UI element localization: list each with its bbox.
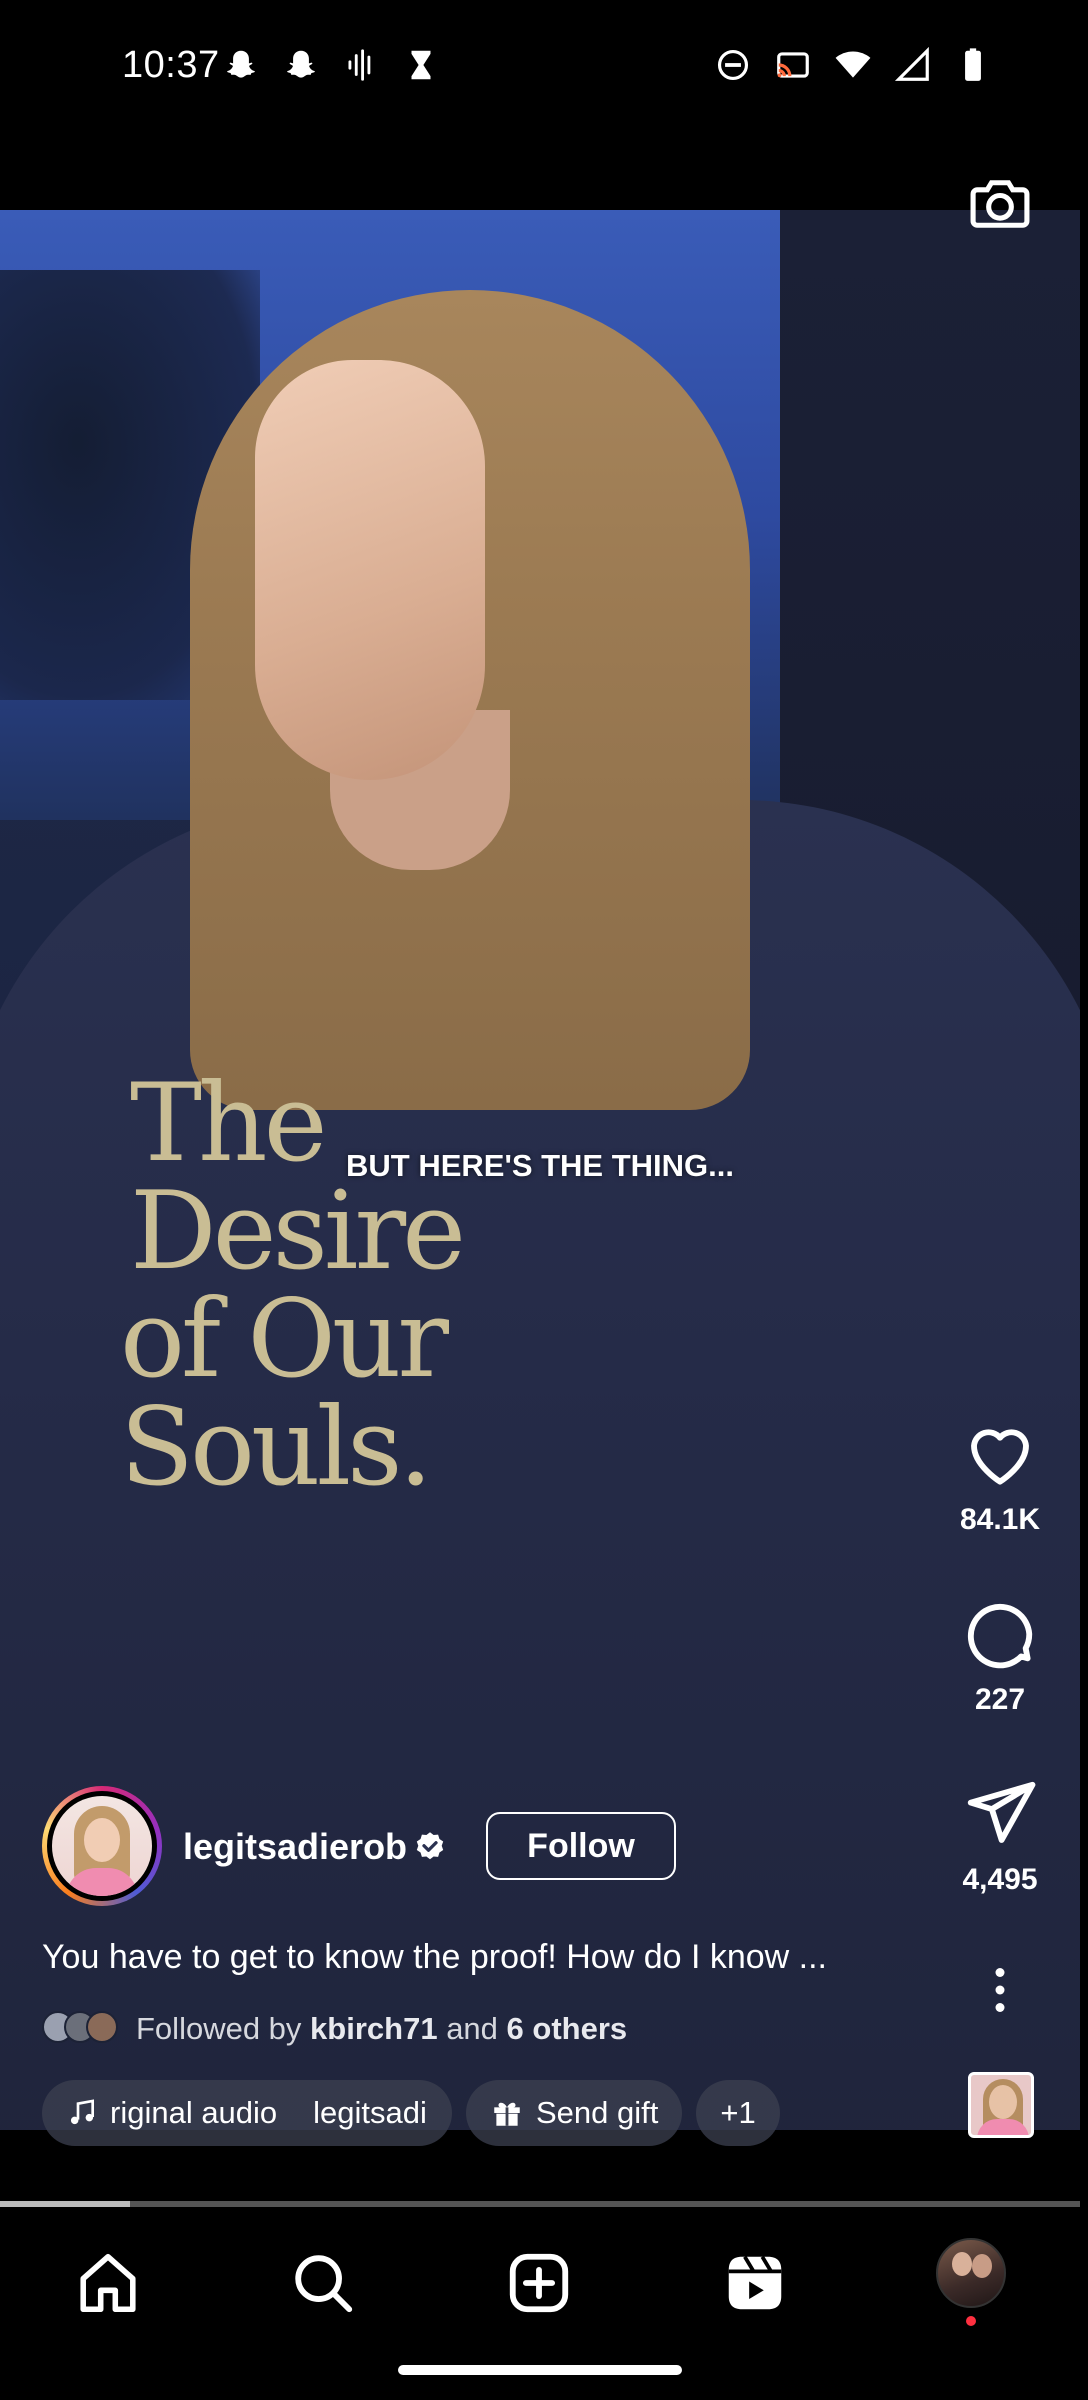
video-caption: BUT HERE'S THE THING... xyxy=(346,1148,734,1183)
chips-row: riginal audio legitsadi Send gift +1 xyxy=(42,2080,780,2146)
reels-icon[interactable] xyxy=(720,2248,790,2318)
speaker-face xyxy=(255,360,485,780)
shirt-print: The Desire of Our Souls. xyxy=(120,1061,466,1510)
more-chips-button[interactable]: +1 xyxy=(696,2080,780,2146)
gift-icon xyxy=(494,2102,520,2126)
audio-label: riginal audio xyxy=(110,2095,278,2130)
comment-action[interactable]: 227 xyxy=(940,1595,1060,1717)
status-right-icons xyxy=(714,46,992,84)
original-audio-chip[interactable]: riginal audio legitsadi xyxy=(42,2080,452,2146)
more-options[interactable] xyxy=(940,1960,1060,2020)
like-action[interactable]: 84.1K xyxy=(940,1415,1060,1537)
hourglass-icon xyxy=(411,50,431,80)
snapchat-icon xyxy=(227,50,255,78)
reel-description[interactable]: You have to get to know the proof! How d… xyxy=(42,1938,922,1977)
nav-create[interactable] xyxy=(499,2243,579,2323)
video-progress-fill xyxy=(0,2201,130,2207)
voice-icon xyxy=(348,49,371,81)
home-indicator[interactable] xyxy=(398,2365,682,2375)
cast-icon xyxy=(777,52,809,78)
heart-icon[interactable] xyxy=(961,1415,1039,1493)
verified-badge-icon xyxy=(416,1832,444,1860)
author-avatar[interactable] xyxy=(42,1786,162,1906)
snapchat-icon xyxy=(287,50,315,78)
search-icon[interactable] xyxy=(288,2248,358,2318)
send-gift-chip[interactable]: Send gift xyxy=(466,2080,683,2146)
status-bar: 10:37 xyxy=(0,0,1088,135)
send-gift-label: Send gift xyxy=(536,2095,659,2130)
video-progress-bar[interactable] xyxy=(0,2201,1080,2207)
music-note-icon xyxy=(70,2099,94,2125)
audio-author: legitsadi xyxy=(313,2095,427,2130)
follow-button[interactable]: Follow xyxy=(486,1812,676,1880)
followed-by-text: Followed by kbirch71 and 6 others xyxy=(136,2011,628,2046)
notification-dot xyxy=(966,2316,976,2326)
mutual-follower-avatars xyxy=(42,2011,122,2047)
more-vertical-icon[interactable] xyxy=(970,1960,1030,2020)
audio-thumbnail[interactable] xyxy=(968,2072,1034,2138)
home-icon[interactable] xyxy=(73,2248,143,2318)
author-username[interactable]: legitsadierob xyxy=(183,1826,407,1868)
send-icon[interactable] xyxy=(961,1775,1039,1853)
wifi-icon xyxy=(835,51,871,78)
battery-icon xyxy=(965,48,981,81)
status-time: 10:37 xyxy=(122,44,220,86)
nav-profile-avatar[interactable] xyxy=(936,2238,1006,2308)
like-count: 84.1K xyxy=(959,1503,1041,1536)
share-action[interactable]: 4,495 xyxy=(940,1775,1060,1897)
share-count: 4,495 xyxy=(962,1863,1038,1896)
create-icon[interactable] xyxy=(504,2248,574,2318)
do-not-disturb-icon xyxy=(717,49,749,81)
camera-icon[interactable] xyxy=(966,170,1034,238)
followed-by-row[interactable]: Followed by kbirch71 and 6 others xyxy=(42,2008,627,2050)
status-left-icons xyxy=(222,46,440,84)
bottom-navigation xyxy=(0,2210,1088,2400)
nav-search[interactable] xyxy=(283,2243,363,2323)
nav-home[interactable] xyxy=(68,2243,148,2323)
nav-reels[interactable] xyxy=(715,2243,795,2323)
signal-icon xyxy=(894,46,929,81)
comment-count: 227 xyxy=(974,1683,1026,1716)
comment-icon[interactable] xyxy=(961,1595,1039,1673)
more-chips-label: +1 xyxy=(720,2095,756,2130)
